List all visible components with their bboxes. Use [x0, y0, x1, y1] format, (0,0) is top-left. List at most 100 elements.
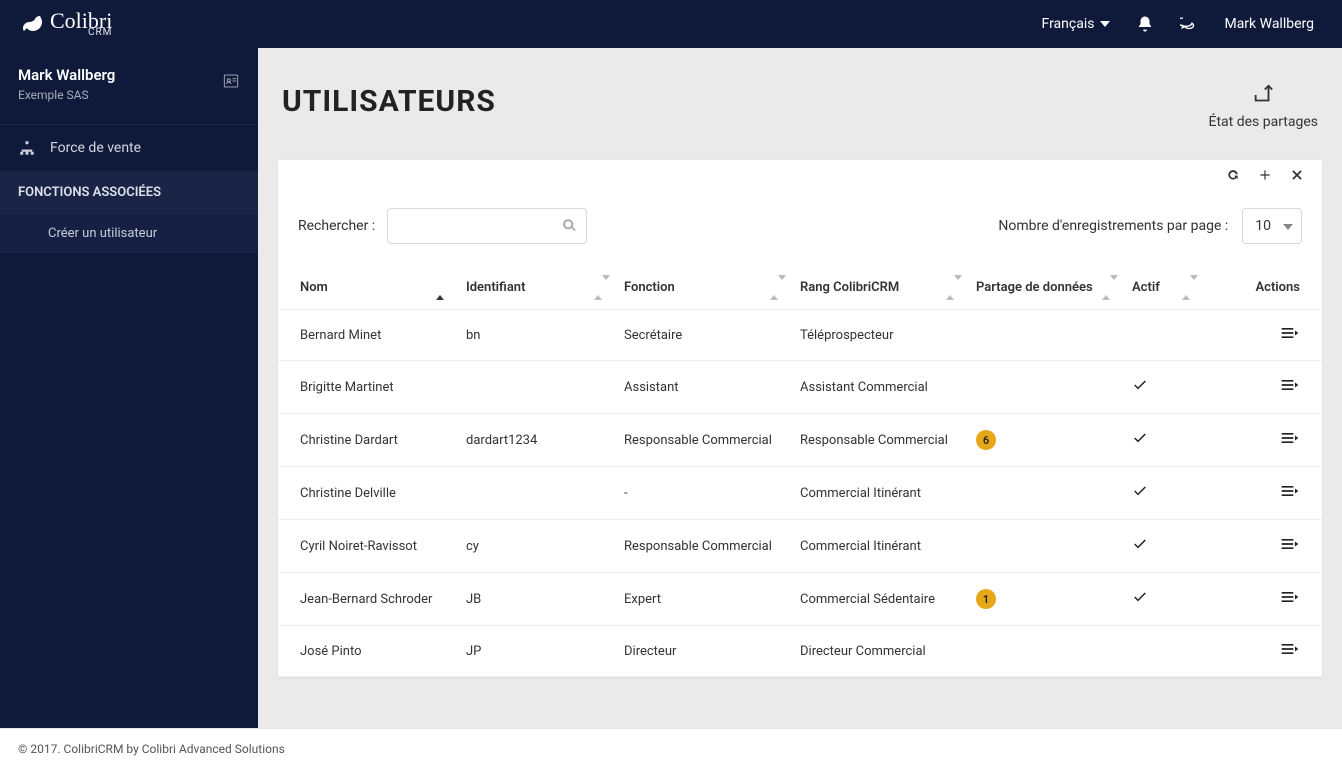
table-row[interactable]: Jean-Bernard SchroderJBExpertCommercial … — [278, 573, 1322, 626]
footer: © 2017. ColibriCRM by Colibri Advanced S… — [0, 728, 1342, 768]
cell-fonction: Directeur — [612, 626, 788, 677]
cell-actions — [1200, 520, 1322, 573]
cell-actif — [1120, 573, 1200, 626]
cell-partage — [964, 361, 1120, 414]
share-state-button[interactable]: État des partages — [1209, 84, 1319, 130]
cell-nom: Brigitte Martinet — [278, 361, 454, 414]
cell-identifiant — [454, 467, 612, 520]
search-label: Rechercher : — [298, 218, 375, 234]
cell-nom: Jean-Bernard Schroder — [278, 573, 454, 626]
row-menu-icon[interactable] — [1280, 378, 1300, 392]
footer-text: © 2017. ColibriCRM by Colibri Advanced S… — [18, 742, 285, 756]
cell-partage: 1 — [964, 573, 1120, 626]
col-fonction[interactable]: Fonction — [612, 266, 788, 310]
col-identifiant[interactable]: Identifiant — [454, 266, 612, 310]
cell-nom: Christine Delville — [278, 467, 454, 520]
close-icon[interactable] — [1290, 168, 1304, 182]
cell-fonction: Assistant — [612, 361, 788, 414]
check-icon — [1132, 483, 1148, 499]
sidebar: Mark Wallberg Exemple SAS Force de vente… — [0, 48, 258, 728]
cell-nom: Christine Dardart — [278, 414, 454, 467]
search-box — [387, 208, 587, 244]
nav-force-de-vente[interactable]: Force de vente — [0, 124, 258, 171]
cell-actif — [1120, 361, 1200, 414]
check-icon — [1132, 430, 1148, 446]
table-row[interactable]: Bernard MinetbnSecrétaireTéléprospecteur — [278, 310, 1322, 361]
cell-actif — [1120, 520, 1200, 573]
cell-rang: Téléprospecteur — [788, 310, 964, 361]
row-menu-icon[interactable] — [1280, 642, 1300, 656]
topbar-right: Français Mark Wallberg — [1042, 15, 1342, 33]
cell-identifiant: JP — [454, 626, 612, 677]
cell-identifiant — [454, 361, 612, 414]
cell-rang: Commercial Itinérant — [788, 520, 964, 573]
search-icon[interactable] — [562, 218, 577, 233]
topbar-user[interactable]: Mark Wallberg — [1224, 16, 1314, 32]
table-row[interactable]: Cyril Noiret-RavissotcyResponsable Comme… — [278, 520, 1322, 573]
cell-fonction: - — [612, 467, 788, 520]
cell-fonction: Expert — [612, 573, 788, 626]
nav-create-user[interactable]: Créer un utilisateur — [0, 214, 258, 253]
cell-nom: José Pinto — [278, 626, 454, 677]
table-row[interactable]: Brigitte Martinet AssistantAssistant Comm… — [278, 361, 1322, 414]
table-row[interactable]: Christine Dardartdardart1234Responsable … — [278, 414, 1322, 467]
cell-partage — [964, 520, 1120, 573]
search-input[interactable] — [387, 208, 587, 244]
sitemap-icon — [18, 139, 36, 157]
row-menu-icon[interactable] — [1280, 484, 1300, 498]
cell-rang: Directeur Commercial — [788, 626, 964, 677]
cell-identifiant: bn — [454, 310, 612, 361]
check-icon — [1132, 377, 1148, 393]
logo[interactable]: Colibri CRM — [0, 10, 130, 38]
controls: Rechercher : Nombre d'enregistrements pa… — [278, 182, 1322, 266]
cell-actif — [1120, 626, 1200, 677]
cell-fonction: Responsable Commercial — [612, 414, 788, 467]
page-size-select[interactable]: 10 — [1242, 208, 1302, 244]
table-row[interactable]: Christine Delville -Commercial Itinérant — [278, 467, 1322, 520]
sidebar-section-header: FONCTIONS ASSOCIÉES — [0, 171, 258, 214]
cell-actions — [1200, 310, 1322, 361]
plus-icon[interactable] — [1258, 168, 1272, 182]
page-header: UTILISATEURS État des partages — [258, 48, 1342, 160]
cell-actif — [1120, 310, 1200, 361]
bell-icon[interactable] — [1136, 15, 1154, 33]
chat-icon[interactable] — [1180, 15, 1198, 33]
page-size-value: 10 — [1255, 218, 1271, 234]
users-card: Rechercher : Nombre d'enregistrements pa… — [278, 160, 1322, 677]
cell-partage: 6 — [964, 414, 1120, 467]
language-selector[interactable]: Français — [1042, 16, 1111, 32]
share-icon — [1252, 84, 1274, 106]
cell-rang: Commercial Sédentaire — [788, 573, 964, 626]
id-card-icon[interactable] — [222, 72, 240, 90]
cell-actions — [1200, 626, 1322, 677]
cell-partage — [964, 467, 1120, 520]
cell-rang: Responsable Commercial — [788, 414, 964, 467]
col-rang[interactable]: Rang ColibriCRM — [788, 266, 964, 310]
cell-nom: Bernard Minet — [278, 310, 454, 361]
sidebar-org: Exemple SAS — [18, 88, 240, 102]
brand-sub: CRM — [88, 28, 112, 38]
cell-fonction: Responsable Commercial — [612, 520, 788, 573]
refresh-icon[interactable] — [1226, 168, 1240, 182]
cell-rang: Commercial Itinérant — [788, 467, 964, 520]
partage-badge: 1 — [976, 589, 996, 609]
language-label: Français — [1042, 16, 1095, 32]
table-row[interactable]: José PintoJPDirecteurDirecteur Commercia… — [278, 626, 1322, 677]
cell-identifiant: dardart1234 — [454, 414, 612, 467]
row-menu-icon[interactable] — [1280, 431, 1300, 445]
bird-icon — [18, 12, 42, 36]
cell-actif — [1120, 414, 1200, 467]
row-menu-icon[interactable] — [1280, 590, 1300, 604]
row-menu-icon[interactable] — [1280, 537, 1300, 551]
page-size: Nombre d'enregistrements par page : 10 — [998, 208, 1302, 244]
col-partage[interactable]: Partage de données — [964, 266, 1120, 310]
cell-actions — [1200, 467, 1322, 520]
cell-actions — [1200, 361, 1322, 414]
cell-fonction: Secrétaire — [612, 310, 788, 361]
card-tools — [278, 160, 1322, 182]
col-actif[interactable]: Actif — [1120, 266, 1200, 310]
col-nom[interactable]: Nom — [278, 266, 454, 310]
row-menu-icon[interactable] — [1280, 326, 1300, 340]
chevron-down-icon — [1283, 222, 1293, 232]
cell-rang: Assistant Commercial — [788, 361, 964, 414]
